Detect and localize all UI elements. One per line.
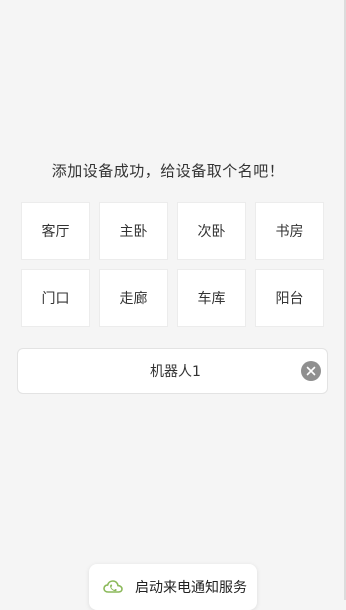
room-name-options: 客厅 主卧 次卧 书房 门口 走廊 车库 阳台 xyxy=(21,202,324,327)
success-prompt: 添加设备成功，给设备取个名吧！ xyxy=(51,162,285,180)
name-option-study[interactable]: 书房 xyxy=(255,202,324,260)
name-option-second-bedroom[interactable]: 次卧 xyxy=(177,202,246,260)
name-option-garage[interactable]: 车库 xyxy=(177,269,246,327)
clear-name-button[interactable] xyxy=(301,361,321,381)
device-name-field xyxy=(17,348,328,394)
name-option-balcony[interactable]: 阳台 xyxy=(255,269,324,327)
close-circle-icon xyxy=(306,366,316,376)
toast-label: 启动来电通知服务 xyxy=(135,580,247,596)
name-option-master-bedroom[interactable]: 主卧 xyxy=(99,202,168,260)
name-option-entrance[interactable]: 门口 xyxy=(21,269,90,327)
device-name-input[interactable] xyxy=(58,349,293,393)
name-option-hallway[interactable]: 走廊 xyxy=(99,269,168,327)
cloud-phone-icon xyxy=(103,579,123,595)
name-option-living-room[interactable]: 客厅 xyxy=(21,202,90,260)
call-notification-toast[interactable]: 启动来电通知服务 xyxy=(89,564,257,610)
